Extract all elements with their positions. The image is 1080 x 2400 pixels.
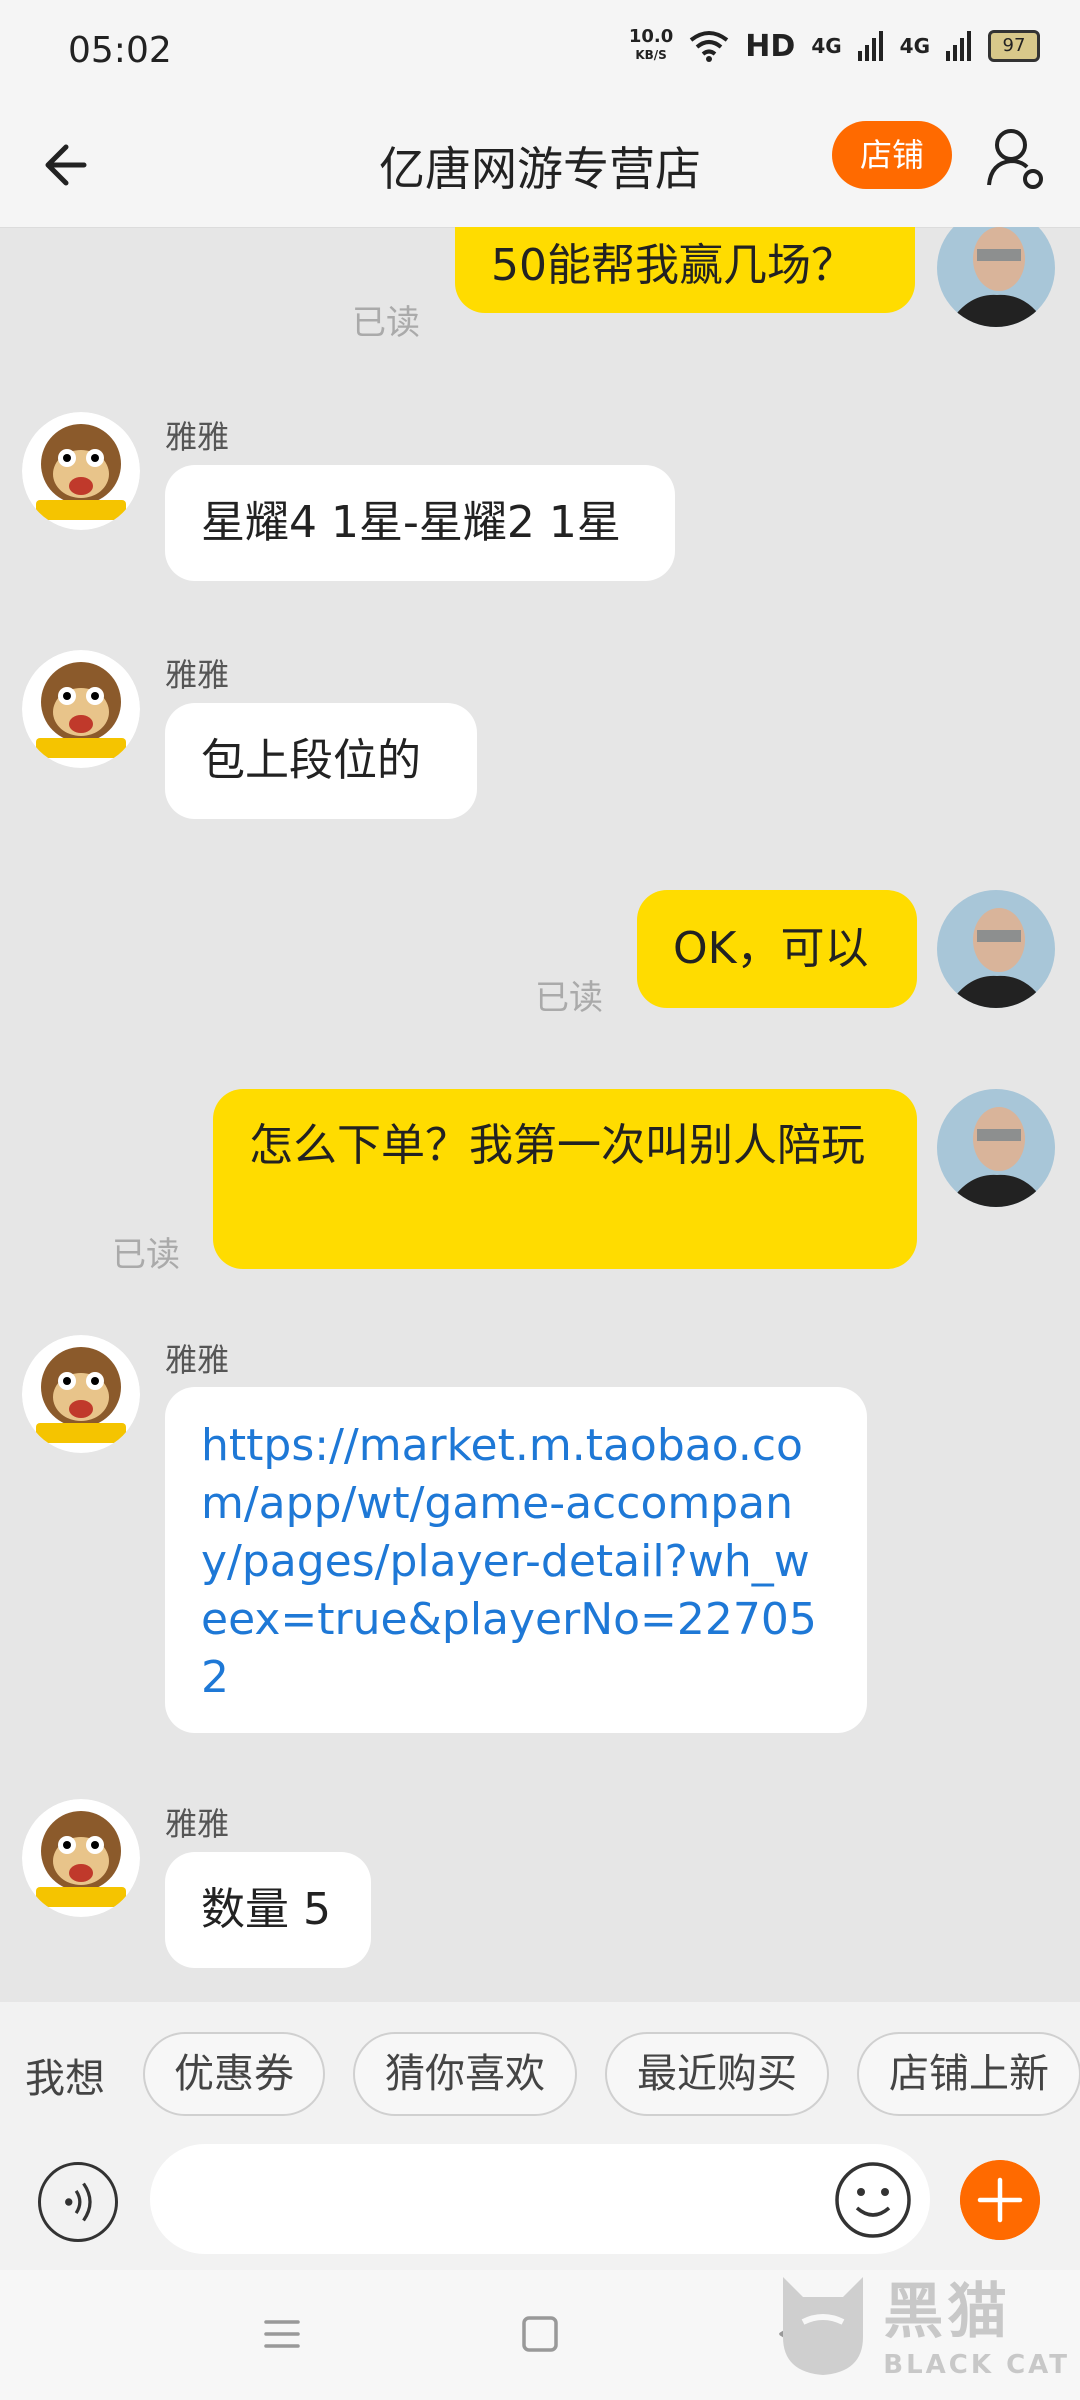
status-time: 05:02: [68, 30, 172, 71]
chip-recent-purchases[interactable]: 最近购买: [605, 2032, 829, 2116]
chat-header: 亿唐网游专营店 店铺: [0, 105, 1080, 228]
signal-2-label: 4G: [899, 34, 930, 58]
black-cat-logo-icon: [783, 2276, 864, 2375]
watermark-subtext: BLACK CAT: [883, 2350, 1070, 2380]
wifi-icon: [690, 31, 729, 62]
their-message-bubble[interactable]: https://market.m.taobao.com/app/wt/game-…: [165, 1387, 867, 1733]
net-speed-indicator: 10.0 KB/S: [629, 28, 673, 64]
shop-button[interactable]: 店铺: [832, 121, 952, 189]
shop-avatar[interactable]: [22, 1799, 140, 1917]
signal-icon: [946, 31, 971, 61]
read-receipt: 已读: [352, 303, 420, 343]
watermark: 黑猫 BLACK CAT: [773, 2263, 1070, 2380]
sender-name: 雅雅: [165, 1341, 230, 1379]
hd-indicator: HD: [745, 28, 796, 64]
sender-name: 雅雅: [165, 418, 230, 456]
plus-icon[interactable]: [960, 2160, 1040, 2240]
read-receipt: 已读: [535, 978, 603, 1018]
menu-icon[interactable]: [262, 2314, 302, 2354]
sender-name: 雅雅: [165, 656, 230, 694]
their-message-bubble[interactable]: 星耀4 1星-星耀2 1星: [165, 465, 675, 581]
quick-bar-label: 我想: [25, 2056, 105, 2102]
chip-guess-you-like[interactable]: 猜你喜欢: [353, 2032, 577, 2116]
user-settings-icon[interactable]: [985, 123, 1045, 193]
message-link[interactable]: https://market.m.taobao.com/app/wt/game-…: [201, 1420, 817, 1703]
battery-icon: 97: [988, 30, 1040, 62]
signal-icon: [857, 31, 883, 61]
chat-message-list[interactable]: 50能帮我赢几场？ 已读 雅雅 星耀4 1星-星耀2 1星 雅雅 包上段位的 O…: [0, 227, 1080, 2002]
net-speed-unit: KB/S: [635, 48, 667, 62]
home-icon[interactable]: [520, 2314, 560, 2354]
shop-avatar[interactable]: [22, 650, 140, 768]
voice-icon[interactable]: [38, 2162, 118, 2242]
quick-suggestion-bar: 我想 优惠券 猜你喜欢 最近购买 店铺上新: [0, 2002, 1080, 2142]
my-message-bubble[interactable]: 50能帮我赢几场？: [455, 227, 915, 313]
their-message-bubble[interactable]: 包上段位的: [165, 703, 477, 819]
watermark-text: 黑猫: [883, 2277, 1012, 2347]
signal-1-label: 4G: [811, 34, 842, 58]
message-input-bar: [0, 2142, 1080, 2270]
my-message-bubble[interactable]: 怎么下单？我第一次叫别人陪玩: [213, 1089, 917, 1269]
sender-name: 雅雅: [165, 1805, 230, 1843]
my-avatar[interactable]: [937, 890, 1055, 1008]
my-avatar[interactable]: [937, 227, 1055, 327]
read-receipt: 已读: [112, 1235, 180, 1275]
my-message-bubble[interactable]: OK，可以: [637, 890, 917, 1008]
their-message-bubble[interactable]: 数量 5: [165, 1852, 371, 1968]
shop-avatar[interactable]: [22, 412, 140, 530]
status-icons: 10.0 KB/S HD 4G 4G 97: [629, 28, 1040, 64]
emoji-icon[interactable]: [833, 2160, 913, 2240]
system-nav-bar: 黑猫 BLACK CAT: [0, 2270, 1080, 2400]
chip-new-arrivals[interactable]: 店铺上新: [857, 2032, 1080, 2116]
chip-coupons[interactable]: 优惠券: [143, 2032, 325, 2116]
my-avatar[interactable]: [937, 1089, 1055, 1207]
status-bar: 05:02 10.0 KB/S HD 4G 4G 97: [0, 0, 1080, 105]
shop-avatar[interactable]: [22, 1335, 140, 1453]
net-speed-value: 10.0: [628, 26, 674, 47]
message-input[interactable]: [150, 2144, 930, 2254]
